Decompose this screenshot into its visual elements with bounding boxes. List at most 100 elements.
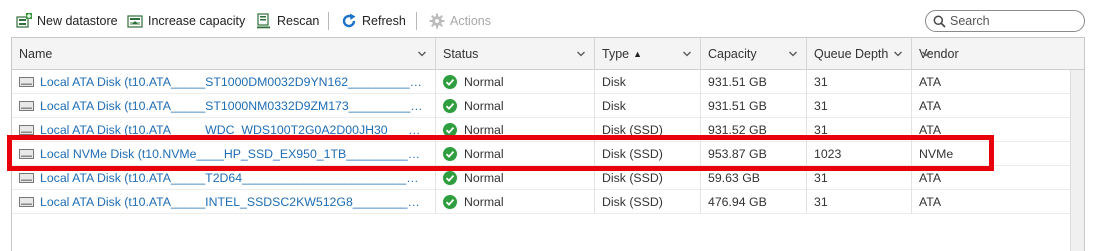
refresh-icon: [341, 13, 357, 29]
rescan-button[interactable]: Rescan: [256, 11, 319, 31]
chevron-down-icon[interactable]: [417, 48, 427, 58]
device-name-label: Local ATA Disk (t10.ATA_____ST1000DM0032…: [40, 75, 425, 89]
device-status-label: Normal: [464, 171, 504, 185]
device-queue-depth: 1023: [807, 142, 912, 166]
table-row[interactable]: Local ATA Disk (t10.ATA_____T2D64_______…: [12, 166, 1070, 190]
chevron-down-icon[interactable]: [921, 48, 931, 58]
device-vendor: ATA: [919, 195, 942, 209]
device-capacity: 476.94 GB: [701, 190, 807, 214]
check-circle-icon: [443, 147, 457, 161]
device-type: Disk (SSD): [595, 142, 701, 166]
device-status: Normal: [436, 190, 595, 214]
device-queue-depth: 31: [807, 118, 912, 142]
toolbar-divider: [416, 12, 417, 30]
sort-ascending-icon: ▲: [633, 48, 643, 59]
disk-icon: [19, 125, 34, 135]
device-name-label: Local ATA Disk (t10.ATA_____T2D64_______…: [40, 171, 425, 185]
column-header-queue-depth-label: Queue Depth: [814, 46, 889, 61]
actions-button[interactable]: Actions: [429, 11, 491, 31]
column-header-queue-depth[interactable]: Queue Depth: [807, 38, 912, 69]
vertical-scrollbar[interactable]: [1070, 70, 1084, 251]
search-icon: [933, 15, 946, 28]
device-type: Disk (SSD): [595, 166, 701, 190]
table-row[interactable]: Local NVMe Disk (t10.NVMe____HP_SSD_EX95…: [12, 142, 1070, 166]
device-queue-depth: 31: [807, 166, 912, 190]
column-header-vendor[interactable]: Vendor: [912, 38, 1084, 69]
search-box[interactable]: [925, 10, 1085, 32]
device-name[interactable]: Local ATA Disk (t10.ATA_____INTEL_SSDSC2…: [12, 190, 436, 214]
check-circle-icon: [443, 75, 457, 89]
device-vendor: ATA: [919, 99, 942, 113]
device-name[interactable]: Local NVMe Disk (t10.NVMe____HP_SSD_EX95…: [12, 142, 436, 166]
device-capacity: 931.52 GB: [701, 118, 807, 142]
disk-icon: [19, 101, 34, 111]
gear-icon: [429, 13, 445, 29]
device-name-label: Local ATA Disk (t10.ATA_____WDC_WDS100T2…: [40, 123, 425, 137]
device-status-label: Normal: [464, 123, 504, 137]
device-status: Normal: [436, 70, 595, 94]
increase-capacity-icon: [127, 13, 143, 29]
device-status-label: Normal: [464, 195, 504, 209]
device-status: Normal: [436, 166, 595, 190]
rescan-icon: [256, 13, 272, 29]
table-row[interactable]: Local ATA Disk (t10.ATA_____ST1000DM0032…: [12, 70, 1070, 94]
device-capacity: 953.87 GB: [701, 142, 807, 166]
toolbar: New datastore Increase capacity Rescan R…: [0, 0, 1100, 40]
device-status: Normal: [436, 94, 595, 118]
device-capacity: 931.51 GB: [701, 70, 807, 94]
device-vendor: ATA: [919, 171, 942, 185]
device-vendor: ATA: [919, 75, 942, 89]
toolbar-divider: [328, 12, 329, 30]
device-name[interactable]: Local ATA Disk (t10.ATA_____ST1000NM0332…: [12, 94, 436, 118]
device-status-label: Normal: [464, 99, 504, 113]
chevron-down-icon[interactable]: [788, 48, 798, 58]
column-header-capacity[interactable]: Capacity: [701, 38, 807, 69]
device-name[interactable]: Local ATA Disk (t10.ATA_____T2D64_______…: [12, 166, 436, 190]
column-header-status[interactable]: Status: [436, 38, 595, 69]
chevron-down-icon[interactable]: [893, 48, 903, 58]
device-type: Disk: [595, 70, 701, 94]
column-header-type-label: Type: [602, 46, 630, 61]
chevron-down-icon[interactable]: [576, 48, 586, 58]
disk-icon: [19, 173, 34, 183]
datastore-add-icon: [16, 13, 32, 29]
device-capacity: 59.63 GB: [701, 166, 807, 190]
disk-icon: [19, 77, 34, 87]
refresh-button[interactable]: Refresh: [341, 11, 406, 31]
column-header-type[interactable]: Type ▲: [595, 38, 701, 69]
check-circle-icon: [443, 195, 457, 209]
refresh-label: Refresh: [362, 14, 406, 28]
rescan-label: Rescan: [277, 14, 320, 28]
device-queue-depth: 31: [807, 70, 912, 94]
search-input[interactable]: [950, 14, 1075, 28]
device-name-label: Local NVMe Disk (t10.NVMe____HP_SSD_EX95…: [40, 147, 425, 161]
check-circle-icon: [443, 123, 457, 137]
device-vendor: ATA: [919, 123, 942, 137]
disk-icon: [19, 149, 34, 159]
increase-capacity-button[interactable]: Increase capacity: [127, 11, 245, 31]
device-capacity: 931.51 GB: [701, 94, 807, 118]
device-name-label: Local ATA Disk (t10.ATA_____ST1000NM0332…: [40, 99, 425, 113]
chevron-down-icon[interactable]: [682, 48, 692, 58]
device-status: Normal: [436, 118, 595, 142]
increase-capacity-label: Increase capacity: [148, 14, 246, 28]
column-header-capacity-label: Capacity: [708, 46, 757, 61]
column-header-name[interactable]: Name: [12, 38, 436, 69]
table-header: Name Status Type ▲ Capacity Queue Depth …: [12, 38, 1084, 70]
device-type: Disk: [595, 94, 701, 118]
device-name-label: Local ATA Disk (t10.ATA_____INTEL_SSDSC2…: [40, 195, 425, 209]
table-row[interactable]: Local ATA Disk (t10.ATA_____WDC_WDS100T2…: [12, 118, 1070, 142]
device-type: Disk (SSD): [595, 190, 701, 214]
table-row[interactable]: Local ATA Disk (t10.ATA_____ST1000NM0332…: [12, 94, 1070, 118]
device-name[interactable]: Local ATA Disk (t10.ATA_____ST1000DM0032…: [12, 70, 436, 94]
new-datastore-label: New datastore: [37, 14, 118, 28]
table-row[interactable]: Local ATA Disk (t10.ATA_____INTEL_SSDSC2…: [12, 190, 1070, 214]
device-status-label: Normal: [464, 147, 504, 161]
device-vendor: NVMe: [919, 147, 954, 161]
device-type: Disk (SSD): [595, 118, 701, 142]
new-datastore-button[interactable]: New datastore: [16, 11, 118, 31]
column-header-name-label: Name: [19, 46, 53, 61]
device-name[interactable]: Local ATA Disk (t10.ATA_____WDC_WDS100T2…: [12, 118, 436, 142]
device-status: Normal: [436, 142, 595, 166]
device-status-label: Normal: [464, 75, 504, 89]
